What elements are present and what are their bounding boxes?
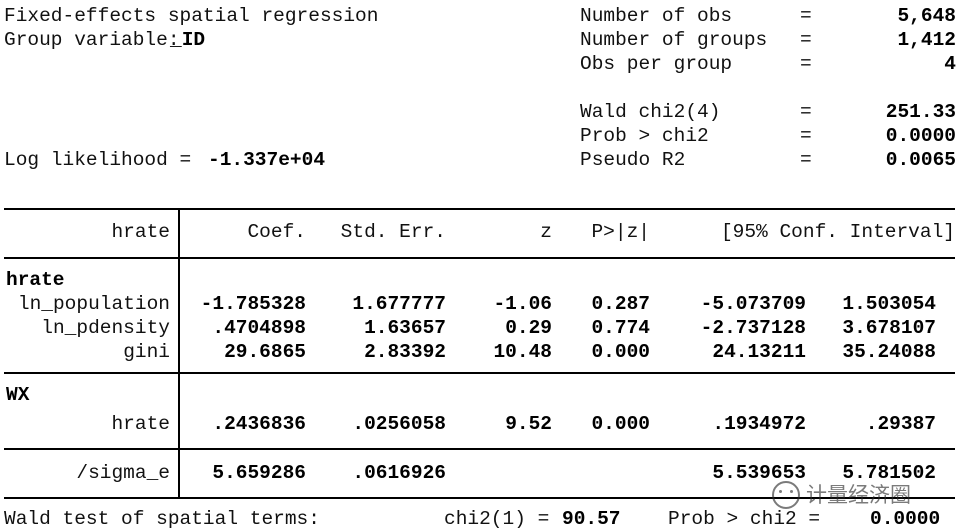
group-variable-value: _ID: [170, 29, 206, 51]
table-row-varname: hrate: [111, 413, 170, 435]
table-row-z: 0.29: [505, 317, 552, 339]
smiley-face-icon: [772, 481, 800, 509]
table-row-p: 0.287: [591, 293, 650, 315]
table-row-coef: 29.6865: [224, 341, 306, 363]
stat-label-number-of-obs: Number of obs: [580, 5, 733, 27]
stat-label-obs-per-group: Obs per group: [580, 53, 733, 75]
stat-value-obs-per-group: 4: [944, 53, 956, 75]
table-row-varname: gini: [123, 341, 170, 363]
table-row-coef: -1.785328: [200, 293, 306, 315]
stat-label-wald-chi2: Wald chi2(4): [580, 101, 721, 123]
stat-equals-4: =: [800, 125, 812, 147]
stat-equals-1: =: [800, 29, 812, 51]
table-top-rule: [4, 208, 955, 210]
table-row-p: 0.000: [591, 341, 650, 363]
table-row-p: 0.000: [591, 413, 650, 435]
column-header-z: z: [540, 221, 552, 243]
output-title: Fixed-effects spatial regression: [4, 5, 379, 27]
watermark-text: 计量经济圈: [806, 483, 911, 507]
stat-value-wald-chi2: 251.33: [885, 101, 956, 123]
column-header-coef: Coef.: [247, 221, 306, 243]
table-header-rule: [4, 257, 955, 259]
stat-equals-2: =: [800, 53, 812, 75]
table-row-varname: /sigma_e: [76, 462, 170, 484]
wald-test-chi2-label: chi2(1) =: [444, 508, 550, 530]
table-row-coef: .2436836: [212, 413, 306, 435]
column-header-dependent: hrate: [111, 221, 170, 243]
stat-value-number-of-obs: 5,648: [897, 5, 956, 27]
table-row-varname: ln_population: [17, 293, 170, 315]
wald-test-prob-label: Prob > chi2 =: [668, 508, 821, 530]
stat-value-number-of-groups: 1,412: [897, 29, 956, 51]
table-row-ci-low: -2.737128: [700, 317, 806, 339]
table-row-se: .0616926: [352, 462, 446, 484]
column-header-std-err: Std. Err.: [340, 221, 446, 243]
table-row-se: 1.677777: [352, 293, 446, 315]
table-row-ci-low: 24.13211: [712, 341, 806, 363]
group-label-hrate: hrate: [6, 269, 65, 291]
stat-equals-3: =: [800, 101, 812, 123]
stata-regression-output: Fixed-effects spatial regression Group v…: [0, 0, 963, 532]
stat-label-number-of-groups: Number of groups: [580, 29, 768, 51]
table-row-coef: 5.659286: [212, 462, 306, 484]
group-label-wx: WX: [6, 384, 30, 406]
table-row-ci-high: 3.678107: [842, 317, 936, 339]
table-row-z: 10.48: [493, 341, 552, 363]
table-row-ci-high: .29387: [865, 413, 936, 435]
table-ancillary-rule: [4, 448, 955, 450]
stat-equals-5: =: [800, 149, 812, 171]
column-header-p-value: P>|z|: [591, 221, 650, 243]
table-row-ci-low: 5.539653: [712, 462, 806, 484]
stat-value-prob-chi2: 0.0000: [885, 125, 956, 147]
group-variable-label: Group variable:: [4, 29, 180, 51]
stat-label-prob-chi2: Prob > chi2: [580, 125, 709, 147]
wald-test-prob-value: 0.0000: [870, 508, 941, 530]
column-header-conf-interval: [95% Conf. Interval]: [720, 221, 955, 243]
table-row-z: -1.06: [493, 293, 552, 315]
table-column-divider: [178, 208, 180, 499]
table-row-ci-high: 35.24088: [842, 341, 936, 363]
table-row-ci-low: .1934972: [712, 413, 806, 435]
table-row-varname: ln_pdensity: [41, 317, 170, 339]
wald-test-label: Wald test of spatial terms:: [4, 508, 320, 530]
table-row-coef: .4704898: [212, 317, 306, 339]
wald-test-chi2-value: 90.57: [562, 508, 621, 530]
table-group-rule: [4, 372, 955, 374]
stat-label-pseudo-r2: Pseudo R2: [580, 149, 686, 171]
table-row-p: 0.774: [591, 317, 650, 339]
stat-value-pseudo-r2: 0.0065: [885, 149, 956, 171]
table-row-se: 2.83392: [364, 341, 446, 363]
log-likelihood-label: Log likelihood =: [4, 149, 192, 171]
table-row-se: .0256058: [352, 413, 446, 435]
table-row-z: 9.52: [505, 413, 552, 435]
table-bottom-rule: [4, 497, 955, 499]
stat-equals-0: =: [800, 5, 812, 27]
table-row-ci-low: -5.073709: [700, 293, 806, 315]
table-row-ci-high: 5.781502: [842, 462, 936, 484]
table-row-ci-high: 1.503054: [842, 293, 936, 315]
table-row-se: 1.63657: [364, 317, 446, 339]
log-likelihood-value: -1.337e+04: [208, 149, 326, 171]
